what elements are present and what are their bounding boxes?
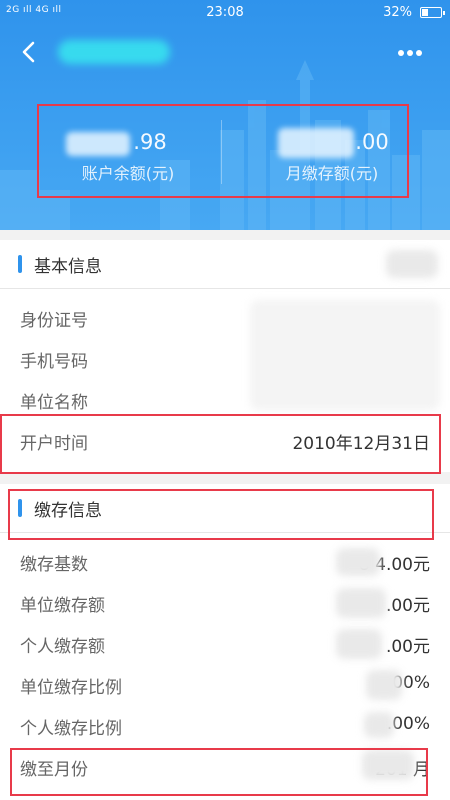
chevron-left-icon <box>22 41 35 63</box>
battery-icon <box>420 7 445 18</box>
section-accent-bar <box>18 255 22 273</box>
row-label: 个人缴存额 <box>20 637 105 657</box>
deposit-row-personal-amount: 个人缴存额 .00元 <box>0 624 450 664</box>
redaction-mask <box>250 300 440 410</box>
row-value: .00元 <box>385 596 430 616</box>
row-label: 单位缴存额 <box>20 596 105 616</box>
row-label: 单位缴存比例 <box>20 678 122 698</box>
highlight-box-open-date <box>0 414 441 474</box>
section-title: 基本信息 <box>34 257 102 277</box>
deposit-row-base: 缴存基数 8 4.00元 <box>0 542 450 582</box>
basic-info-header: 基本信息 <box>0 240 450 289</box>
row-label: 手机号码 <box>20 352 88 372</box>
redaction-mask <box>336 588 386 618</box>
highlight-box-paid-until <box>10 748 428 796</box>
status-bar: 2G ıll 4G ıll 23:08 32% <box>0 0 450 26</box>
page-title-redacted <box>58 40 170 64</box>
row-label: 身份证号 <box>20 311 88 331</box>
row-label: 单位名称 <box>20 393 88 413</box>
redaction-mask <box>336 629 382 659</box>
row-label: 个人缴存比例 <box>20 719 122 739</box>
row-value: .00元 <box>385 637 430 657</box>
highlight-box-balances <box>37 104 409 198</box>
more-button[interactable] <box>398 40 432 66</box>
redaction-mask <box>336 548 380 576</box>
redaction-mask <box>386 250 438 278</box>
row-label: 缴存基数 <box>20 555 88 575</box>
back-button[interactable] <box>16 38 44 66</box>
more-dots-icon <box>398 41 425 60</box>
highlight-box-deposit-header <box>8 489 434 540</box>
redaction-mask <box>366 670 402 700</box>
battery-percent: 32% <box>383 5 412 20</box>
redaction-mask <box>364 712 394 738</box>
header: 2G ıll 4G ıll 23:08 32% .98 账户余额(元) .00 … <box>0 0 450 230</box>
